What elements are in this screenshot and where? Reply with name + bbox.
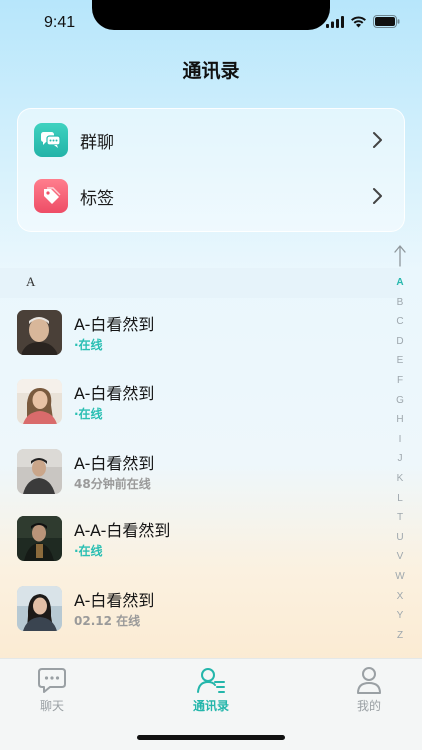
tag-label: 标签 [80, 188, 114, 209]
index-letter-j[interactable]: J [393, 449, 407, 469]
index-letter-d[interactable]: D [393, 332, 407, 352]
index-letter-l[interactable]: L [393, 489, 407, 509]
tab-label: 我的 [356, 699, 381, 713]
contact-name: A-白看然到 [74, 454, 155, 473]
tag-icon [34, 179, 68, 213]
index-letter-h[interactable]: H [393, 410, 407, 430]
index-letter-k[interactable]: K [393, 469, 407, 489]
index-letter-x[interactable]: X [393, 587, 407, 607]
quick-links-card: 群聊 标签 [17, 108, 405, 232]
index-letter-e[interactable]: E [393, 351, 407, 371]
index-letter-u[interactable]: U [393, 528, 407, 548]
index-letter-b[interactable]: B [393, 293, 407, 313]
tab-label: 通讯录 [192, 699, 229, 713]
index-letter-f[interactable]: F [393, 371, 407, 391]
status-time: 9:41 [44, 14, 76, 31]
notch [92, 0, 330, 30]
contact-name: A-A-白看然到 [74, 521, 171, 540]
index-letter-z[interactable]: Z [393, 626, 407, 646]
contact-row[interactable]: A-白看然到 48分钟前在线 [0, 449, 390, 517]
tab-contacts[interactable]: 通讯录 [171, 665, 251, 714]
chevron-right-icon [373, 188, 382, 204]
group-chat-row[interactable]: 群聊 [18, 112, 404, 168]
tab-profile[interactable]: 我的 [329, 665, 409, 714]
wifi-icon [351, 15, 366, 27]
status-bar: 9:41 [0, 0, 422, 44]
avatar [17, 310, 62, 355]
index-letter-i[interactable]: I [393, 430, 407, 450]
profile-icon [357, 667, 381, 694]
contact-status: ·在线 [74, 407, 103, 421]
tag-row[interactable]: 标签 [18, 168, 404, 224]
chevron-right-icon [373, 132, 382, 148]
contacts-icon [197, 668, 225, 693]
contact-status: ·在线 [74, 544, 103, 558]
index-letter-w[interactable]: W [393, 567, 407, 587]
battery-icon [373, 15, 400, 28]
avatar [17, 379, 62, 424]
index-letters: ABCDEFGHIJKLTUVWXYZ [393, 273, 407, 645]
avatar [17, 516, 62, 561]
contact-name: A-白看然到 [74, 315, 155, 334]
status-icons [326, 15, 400, 28]
section-letter: A [26, 274, 36, 289]
avatar [17, 449, 62, 494]
contact-status: ·在线 [74, 338, 103, 352]
group-chat-icon [34, 123, 68, 157]
contact-status: 02.12 在线 [74, 614, 141, 628]
contact-name: A-白看然到 [74, 591, 155, 610]
home-indicator [137, 735, 285, 740]
contact-row[interactable]: A-白看然到 02.12 在线 [0, 586, 390, 654]
contact-name: A-白看然到 [74, 384, 155, 403]
group-chat-label: 群聊 [80, 132, 114, 153]
tab-label: 聊天 [39, 699, 64, 713]
alphabet-index[interactable]: ABCDEFGHIJKLTUVWXYZ [393, 245, 407, 645]
index-letter-g[interactable]: G [393, 391, 407, 411]
index-letter-t[interactable]: T [393, 508, 407, 528]
page-title: 通讯录 [182, 60, 240, 82]
index-letter-a[interactable]: A [393, 273, 407, 293]
index-letter-v[interactable]: V [393, 547, 407, 567]
contact-row[interactable]: A-A-白看然到 ·在线 [0, 516, 390, 584]
contact-row[interactable]: A-白看然到 ·在线 [0, 310, 390, 378]
section-header: A [0, 268, 400, 298]
chat-bubble-icon [38, 668, 66, 693]
tab-chat[interactable]: 聊天 [12, 665, 92, 714]
contact-row[interactable]: A-白看然到 ·在线 [0, 379, 390, 447]
arrow-up-icon[interactable] [394, 245, 406, 267]
signal-icon [326, 15, 344, 28]
index-letter-y[interactable]: Y [393, 606, 407, 626]
index-letter-c[interactable]: C [393, 312, 407, 332]
avatar [17, 586, 62, 631]
contact-status: 48分钟前在线 [74, 477, 151, 491]
